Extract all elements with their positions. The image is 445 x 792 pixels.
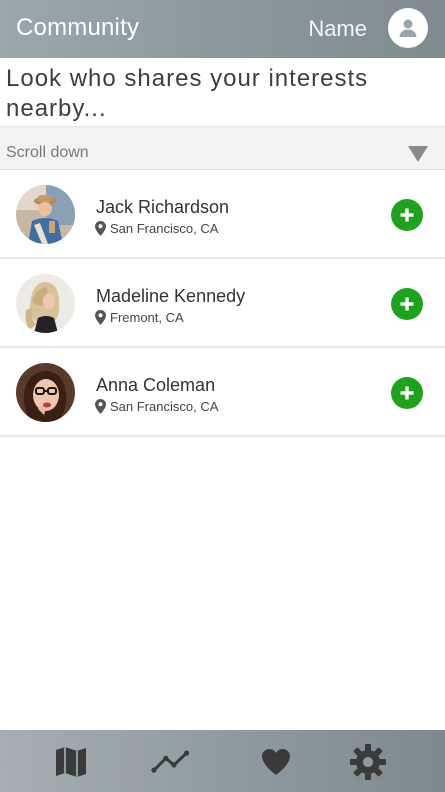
triangle-down-icon[interactable] (408, 146, 428, 162)
nav-settings-button[interactable] (348, 742, 388, 782)
location-text: Fremont, CA (110, 310, 184, 325)
list-item[interactable]: Madeline Kennedy Fremont, CA (0, 259, 445, 348)
scroll-down-bar[interactable]: Scroll down (0, 126, 445, 170)
add-friend-button[interactable] (391, 288, 423, 320)
plus-icon (400, 208, 414, 222)
map-icon (56, 747, 86, 777)
bottom-nav-bar (0, 730, 445, 792)
nav-activity-button[interactable] (151, 742, 191, 782)
location-pin-icon (95, 399, 106, 414)
list-item[interactable]: Anna Coleman San Francisco, CA (0, 348, 445, 437)
plus-icon (400, 386, 414, 400)
people-list: Jack Richardson San Francisco, CA Madeli… (0, 170, 445, 437)
add-friend-button[interactable] (391, 199, 423, 231)
avatar (16, 185, 75, 244)
avatar (16, 274, 75, 333)
location-pin-icon (95, 310, 106, 325)
person-location: Fremont, CA (95, 310, 184, 325)
list-item[interactable]: Jack Richardson San Francisco, CA (0, 170, 445, 259)
trend-icon (151, 750, 190, 773)
person-name: Madeline Kennedy (96, 286, 246, 306)
person-location: San Francisco, CA (95, 399, 218, 414)
location-text: San Francisco, CA (110, 221, 219, 236)
profile-avatar-button[interactable] (388, 8, 428, 48)
nav-map-button[interactable] (51, 742, 91, 782)
user-icon (399, 19, 417, 37)
scroll-down-label: Scroll down (6, 144, 89, 161)
person-location: San Francisco, CA (95, 221, 218, 236)
intro-text: Look who shares your interests nearby... (6, 65, 369, 122)
person-name: Jack Richardson (96, 197, 230, 217)
add-friend-button[interactable] (391, 377, 423, 409)
location-text: San Francisco, CA (110, 399, 219, 414)
page-title: Community (16, 14, 140, 41)
plus-icon (400, 297, 414, 311)
avatar (16, 363, 75, 422)
person-name: Anna Coleman (96, 375, 216, 395)
location-pin-icon (95, 221, 106, 236)
nav-favorites-button[interactable] (256, 742, 296, 782)
app-header: Community Name (0, 0, 445, 58)
gear-icon (350, 744, 386, 780)
user-name-label[interactable]: Name (308, 16, 367, 42)
heart-icon (262, 749, 290, 775)
